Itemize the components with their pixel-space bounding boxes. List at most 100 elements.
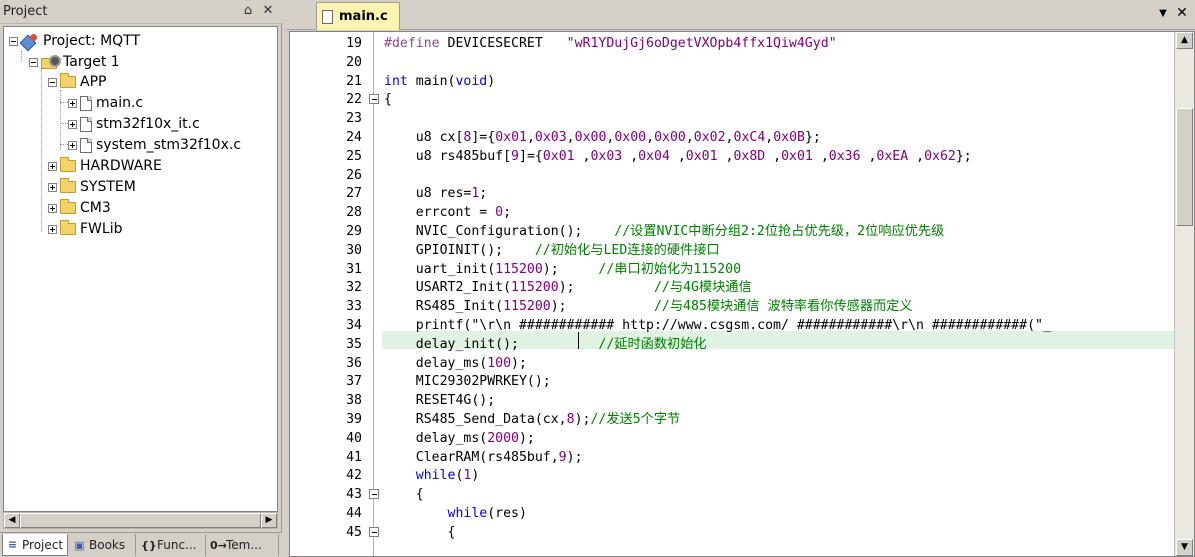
code-token: "wR1YDujGj6oDgetVXOpb4ffx1Qiw4Gyd" (566, 36, 837, 51)
scrollbar-thumb[interactable] (1176, 108, 1193, 226)
expand-icon[interactable] (48, 224, 57, 234)
scroll-right-icon[interactable]: ▶ (261, 513, 277, 528)
line-number: 21 (346, 73, 362, 89)
editor-vertical-scrollbar[interactable]: ▲ ▼ (1174, 32, 1194, 556)
code-line[interactable]: 25 u8 rs485buf[9]={0x01 ,0x03 ,0x04 ,0x0… (290, 147, 1174, 166)
line-number: 23 (346, 111, 362, 127)
scroll-down-icon[interactable]: ▼ (1176, 539, 1193, 556)
tab-books[interactable]: ▣ Books (70, 534, 136, 556)
code-line[interactable]: 32 USART2_Init(115200); //与4G模块通信 (290, 278, 1174, 297)
close-editor-button[interactable]: ✕ (1175, 5, 1189, 21)
code-token: delay_ms( (384, 430, 488, 446)
code-text: #define DEVICESECRET "wR1YDujGj6oDgetVXO… (384, 34, 837, 53)
expand-icon[interactable] (48, 161, 57, 171)
tree-item-project[interactable]: Project: MQTT (9, 31, 140, 51)
code-token: 115200 (495, 261, 543, 277)
scroll-up-icon[interactable]: ▲ (1176, 32, 1193, 49)
folder-icon (60, 220, 76, 235)
code-line[interactable]: 31 uart_init(115200); //串口初始化为115200 (290, 260, 1174, 279)
code-line[interactable]: 20 (290, 53, 1174, 72)
scroll-left-icon[interactable]: ◀ (4, 513, 20, 528)
expand-icon[interactable] (68, 140, 77, 150)
code-token: 9 (558, 449, 567, 465)
code-line[interactable]: 19 #define DEVICESECRET "wR1YDujGj6oDgetV… (290, 34, 1174, 53)
text-cursor (578, 332, 579, 349)
tab-functions[interactable]: {} Func... (138, 534, 206, 556)
code-line[interactable]: 30 GPIOINIT(); //初始化与LED连接的硬件接口 (290, 241, 1174, 260)
code-line[interactable]: 22 { (290, 90, 1174, 109)
expand-icon[interactable] (68, 119, 77, 129)
code-line[interactable]: 40 delay_ms(2000); (290, 429, 1174, 448)
tree-group-app[interactable]: APP (48, 72, 106, 92)
code-line[interactable]: 24 u8 cx[8]={0x01,0x03,0x00,0x00,0x00,0x… (290, 128, 1174, 147)
code-line[interactable]: 33 RS485_Init(115200); //与485模块通信 波特率看你传… (290, 297, 1174, 316)
tab-templates[interactable]: 0→ Tem... (207, 534, 279, 556)
tab-main-c[interactable]: main.c (316, 2, 400, 30)
project-icon (21, 33, 39, 49)
tree-group-cm3[interactable]: CM3 (48, 198, 111, 218)
tab-list-dropdown-icon[interactable]: ▼ (1156, 6, 1170, 22)
code-line[interactable]: 27 u8 res=1; (290, 184, 1174, 203)
code-line[interactable]: 39 RS485_Send_Data(cx,8);//发送5个字节 (290, 410, 1174, 429)
code-token: u8 res= (384, 186, 472, 202)
line-number: 44 (346, 506, 362, 521)
close-panel-button[interactable]: ✕ (260, 3, 276, 19)
tree-file-system-stm32f10x-c[interactable]: system_stm32f10x.c (68, 135, 241, 155)
tree-file-label: system_stm32f10x.c (96, 137, 242, 153)
code-token: RS485_Init( (384, 299, 504, 315)
code-line[interactable]: 21 int main(void) (290, 72, 1174, 91)
code-line[interactable]: 44 while(res) (290, 504, 1174, 523)
code-line[interactable]: 42 while(1) (290, 466, 1174, 485)
code-line[interactable]: 23 (290, 109, 1174, 128)
code-line[interactable]: 28 errcont = 0; (290, 203, 1174, 222)
code-line[interactable]: 45 { (290, 523, 1174, 542)
expand-icon[interactable] (48, 182, 57, 192)
fold-collapse-icon[interactable] (369, 94, 379, 105)
tree-group-label: CM3 (80, 200, 111, 216)
code-token: ); (518, 430, 535, 446)
code-line[interactable]: 34 printf("\r\n ############ http://www.… (290, 316, 1174, 335)
code-line[interactable]: 38 RESET4G(); (290, 391, 1174, 410)
tree-file-main-c[interactable]: main.c (68, 93, 143, 113)
code-token: 0xC4 (733, 130, 766, 145)
code-line[interactable]: 43 { (290, 485, 1174, 504)
code-token: 0x00 (654, 130, 686, 145)
tree-file-stm32f10x-it-c[interactable]: stm32f10x_it.c (68, 114, 200, 134)
line-number: 40 (346, 430, 362, 446)
code-line[interactable]: 26 (290, 166, 1174, 185)
scrollbar-thumb[interactable] (20, 513, 261, 528)
tree-group-system[interactable]: SYSTEM (48, 177, 136, 197)
code-line[interactable]: 35 delay_init(); //延时函数初始化 (290, 335, 1174, 354)
code-token: GPIOINIT(); (384, 242, 535, 258)
tree-file-label: main.c (96, 95, 144, 111)
code-token: 0x00 (614, 130, 647, 145)
code-text: while(1) (384, 466, 480, 485)
folder-icon (60, 199, 76, 214)
tree-horizontal-scrollbar[interactable]: ◀ ▶ (3, 512, 278, 529)
collapse-icon[interactable] (48, 77, 57, 87)
code-token: MIC29302PWRKEY(); (384, 374, 551, 390)
code-line[interactable]: 36 delay_ms(100); (290, 354, 1174, 373)
tree-item-target[interactable]: Target 1 (29, 52, 120, 72)
code-token: USART2_Init( (384, 280, 512, 296)
code-line[interactable]: 41 ClearRAM(rs485buf,9); (290, 448, 1174, 467)
expand-icon[interactable] (48, 203, 57, 213)
tab-project[interactable]: ≡ Project (2, 534, 68, 556)
tree-group-fwlib[interactable]: FWLib (48, 219, 122, 239)
code-token: , (908, 148, 925, 164)
expand-icon[interactable] (68, 98, 77, 108)
code-keyword: int (384, 73, 408, 89)
code-text: { (384, 523, 456, 542)
code-comment: //串口初始化为115200 (598, 261, 742, 277)
tree-group-hardware[interactable]: HARDWARE (48, 156, 162, 176)
pin-icon[interactable]: ⌂ (240, 3, 256, 19)
code-editor[interactable]: 19 #define DEVICESECRET "wR1YDujGj6oDgetV… (289, 31, 1195, 557)
collapse-icon[interactable] (29, 57, 38, 67)
code-line[interactable]: 29 NVIC_Configuration(); //设置NVIC中断分组2:2… (290, 222, 1174, 241)
fold-collapse-icon[interactable] (369, 526, 379, 537)
fold-collapse-icon[interactable] (369, 489, 379, 500)
templates-icon: 0→ (210, 538, 227, 552)
code-text: u8 cx[8]={0x01,0x03,0x00,0x00,0x00,0x02,… (384, 128, 821, 147)
collapse-icon[interactable] (9, 36, 18, 46)
code-line[interactable]: 37 MIC29302PWRKEY(); (290, 372, 1174, 391)
